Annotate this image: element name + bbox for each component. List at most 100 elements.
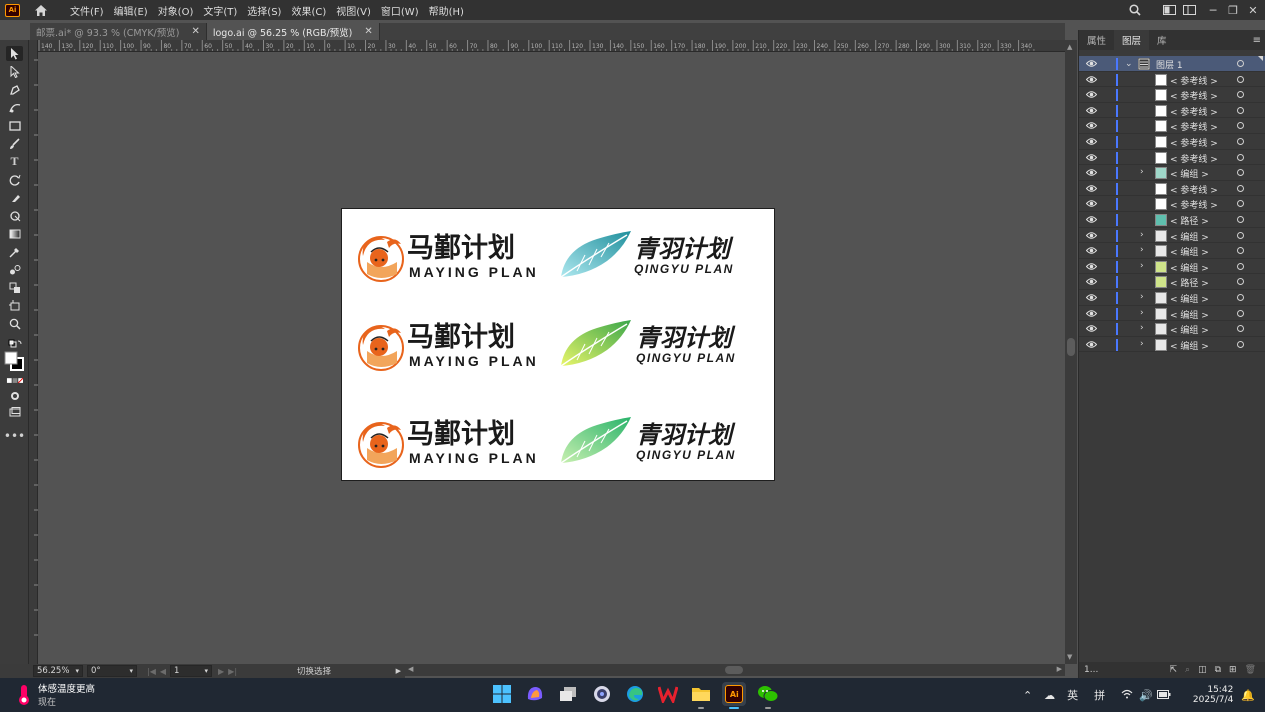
copilot-icon[interactable]: [523, 682, 547, 706]
chevron-right-icon[interactable]: ›: [1140, 245, 1148, 255]
menu-effect[interactable]: 效果(C): [286, 3, 331, 18]
menu-type[interactable]: 文字(T): [198, 3, 242, 18]
last-artboard-icon[interactable]: ▶|: [228, 667, 237, 676]
menu-select[interactable]: 选择(S): [242, 3, 286, 18]
scroll-down-icon[interactable]: ▼: [1067, 653, 1072, 661]
target-circle-icon[interactable]: [1237, 278, 1244, 286]
visibility-eye-icon[interactable]: [1086, 90, 1097, 99]
chevron-right-icon[interactable]: ›: [1140, 292, 1148, 302]
arrange-documents-icon[interactable]: [1179, 0, 1199, 20]
chevron-right-icon[interactable]: ›: [1140, 230, 1148, 240]
chevron-right-icon[interactable]: ›: [1140, 323, 1148, 333]
illustrator-app-icon[interactable]: Ai: [722, 682, 747, 709]
color-mode-icon[interactable]: [6, 373, 23, 388]
gradient-tool-icon[interactable]: [6, 226, 23, 241]
tab-properties[interactable]: 属性: [1079, 30, 1114, 50]
chevron-down-icon[interactable]: ▾: [205, 667, 209, 675]
layer-row[interactable]: < 参考线 >: [1079, 72, 1265, 88]
layer-row[interactable]: < 参考线 >: [1079, 118, 1265, 134]
visibility-eye-icon[interactable]: [1086, 106, 1097, 115]
onedrive-cloud-icon[interactable]: ☁: [1044, 689, 1055, 702]
delete-layer-icon[interactable]: 🗑: [1245, 665, 1256, 675]
new-sublayer-icon[interactable]: ⧉: [1215, 665, 1221, 675]
visibility-eye-icon[interactable]: [1086, 340, 1097, 349]
target-circle-icon[interactable]: [1237, 309, 1244, 317]
visibility-eye-icon[interactable]: [1086, 231, 1097, 240]
target-circle-icon[interactable]: [1237, 91, 1244, 99]
zoom-field[interactable]: 56.25% ▾: [33, 665, 83, 677]
target-circle-icon[interactable]: [1237, 293, 1244, 301]
eyedropper-tool-icon[interactable]: [6, 244, 23, 259]
menu-help[interactable]: 帮助(H): [424, 3, 469, 18]
target-circle-icon[interactable]: [1237, 262, 1244, 270]
export-icon[interactable]: ⇱: [1169, 665, 1177, 675]
visibility-eye-icon[interactable]: [1086, 184, 1097, 193]
selection-tool-icon[interactable]: [6, 46, 23, 61]
target-circle-icon[interactable]: [1237, 60, 1244, 67]
edge-browser-icon[interactable]: [623, 682, 647, 706]
target-circle-icon[interactable]: [1237, 75, 1244, 83]
layer-row[interactable]: › < 编组 >: [1079, 228, 1265, 244]
new-layer-icon[interactable]: ⊞: [1229, 665, 1237, 675]
layer-row[interactable]: < 参考线 >: [1079, 134, 1265, 150]
visibility-eye-icon[interactable]: [1086, 246, 1097, 255]
chevron-right-icon[interactable]: ›: [1140, 261, 1148, 271]
wechat-icon[interactable]: [756, 682, 780, 709]
fill-stroke-swatch-icon[interactable]: [3, 350, 25, 372]
tab-libraries[interactable]: 库: [1149, 30, 1175, 50]
first-artboard-icon[interactable]: |◀: [147, 667, 156, 676]
blend-tool-icon[interactable]: [6, 262, 23, 277]
panel-menu-icon[interactable]: ≡: [1253, 30, 1265, 50]
scroll-up-icon[interactable]: ▲: [1067, 43, 1072, 51]
visibility-eye-icon[interactable]: [1086, 309, 1097, 318]
target-circle-icon[interactable]: [1237, 137, 1244, 145]
visibility-eye-icon[interactable]: [1086, 215, 1097, 224]
target-circle-icon[interactable]: [1237, 247, 1244, 255]
search-icon[interactable]: [1125, 0, 1145, 20]
visibility-eye-icon[interactable]: [1086, 324, 1097, 333]
next-artboard-icon[interactable]: ▶: [218, 667, 224, 676]
close-icon[interactable]: ✕: [191, 26, 199, 37]
wps-office-icon[interactable]: [656, 682, 680, 706]
layer-row[interactable]: › < 编组 >: [1079, 337, 1265, 353]
menu-window[interactable]: 窗口(W): [376, 3, 424, 18]
minimize-icon[interactable]: ─: [1203, 0, 1223, 20]
layer-row[interactable]: < 参考线 >: [1079, 87, 1265, 103]
layer-row[interactable]: < 参考线 >: [1079, 196, 1265, 212]
input-method[interactable]: 拼: [1094, 687, 1105, 703]
logo-row-3[interactable]: 马鄞计划 MAYING PLAN 青羽计划 QINGYU PLAN: [357, 414, 767, 472]
visibility-eye-icon[interactable]: [1086, 168, 1097, 177]
warp-tool-icon[interactable]: [6, 208, 23, 223]
tab-layers[interactable]: 图层: [1114, 30, 1150, 50]
chevron-up-icon[interactable]: ⌃: [1023, 689, 1032, 702]
clock[interactable]: 15:42 2025/7/4: [1193, 685, 1233, 705]
canvas-area[interactable]: 马鄞计划 MAYING PLAN 青羽计划 QINGYU PLAN 马鄞计划 M…: [38, 52, 1065, 664]
type-tool-icon[interactable]: T: [6, 154, 23, 169]
layer-row[interactable]: › < 编组 >: [1079, 259, 1265, 275]
horizontal-scrollbar[interactable]: ◀ ▶: [405, 664, 1065, 676]
scroll-left-icon[interactable]: ◀: [408, 665, 413, 673]
restore-icon[interactable]: ❐: [1223, 0, 1243, 20]
chevron-down-icon[interactable]: ▾: [75, 667, 79, 675]
visibility-eye-icon[interactable]: [1086, 121, 1097, 130]
layer-row[interactable]: < 参考线 >: [1079, 181, 1265, 197]
visibility-eye-icon[interactable]: [1086, 277, 1097, 286]
chevron-down-icon[interactable]: ⌄: [1125, 59, 1133, 69]
visibility-eye-icon[interactable]: [1086, 199, 1097, 208]
tab-logo-doc[interactable]: logo.ai @ 56.25 % (RGB/预览) ✕: [206, 23, 380, 40]
task-view-icon[interactable]: [556, 682, 580, 706]
chevron-down-icon[interactable]: ▾: [129, 667, 133, 675]
weather-widget[interactable]: 体感温度更高 现在: [14, 681, 95, 708]
layer-row[interactable]: › < 编组 >: [1079, 321, 1265, 337]
paintbrush-tool-icon[interactable]: [6, 136, 23, 151]
logo-row-1[interactable]: 马鄞计划 MAYING PLAN 青羽计划 QINGYU PLAN: [357, 228, 767, 286]
camera-app-icon[interactable]: [590, 682, 614, 706]
layer-row[interactable]: › < 编组 >: [1079, 243, 1265, 259]
close-icon[interactable]: ✕: [1243, 0, 1263, 20]
layer-row[interactable]: < 路径 >: [1079, 274, 1265, 290]
fill-stroke-default-icon[interactable]: [6, 336, 23, 351]
layer-row[interactable]: < 参考线 >: [1079, 150, 1265, 166]
rectangle-tool-icon[interactable]: [6, 118, 23, 133]
menu-file[interactable]: 文件(F): [65, 3, 109, 18]
wifi-icon[interactable]: [1121, 689, 1133, 702]
